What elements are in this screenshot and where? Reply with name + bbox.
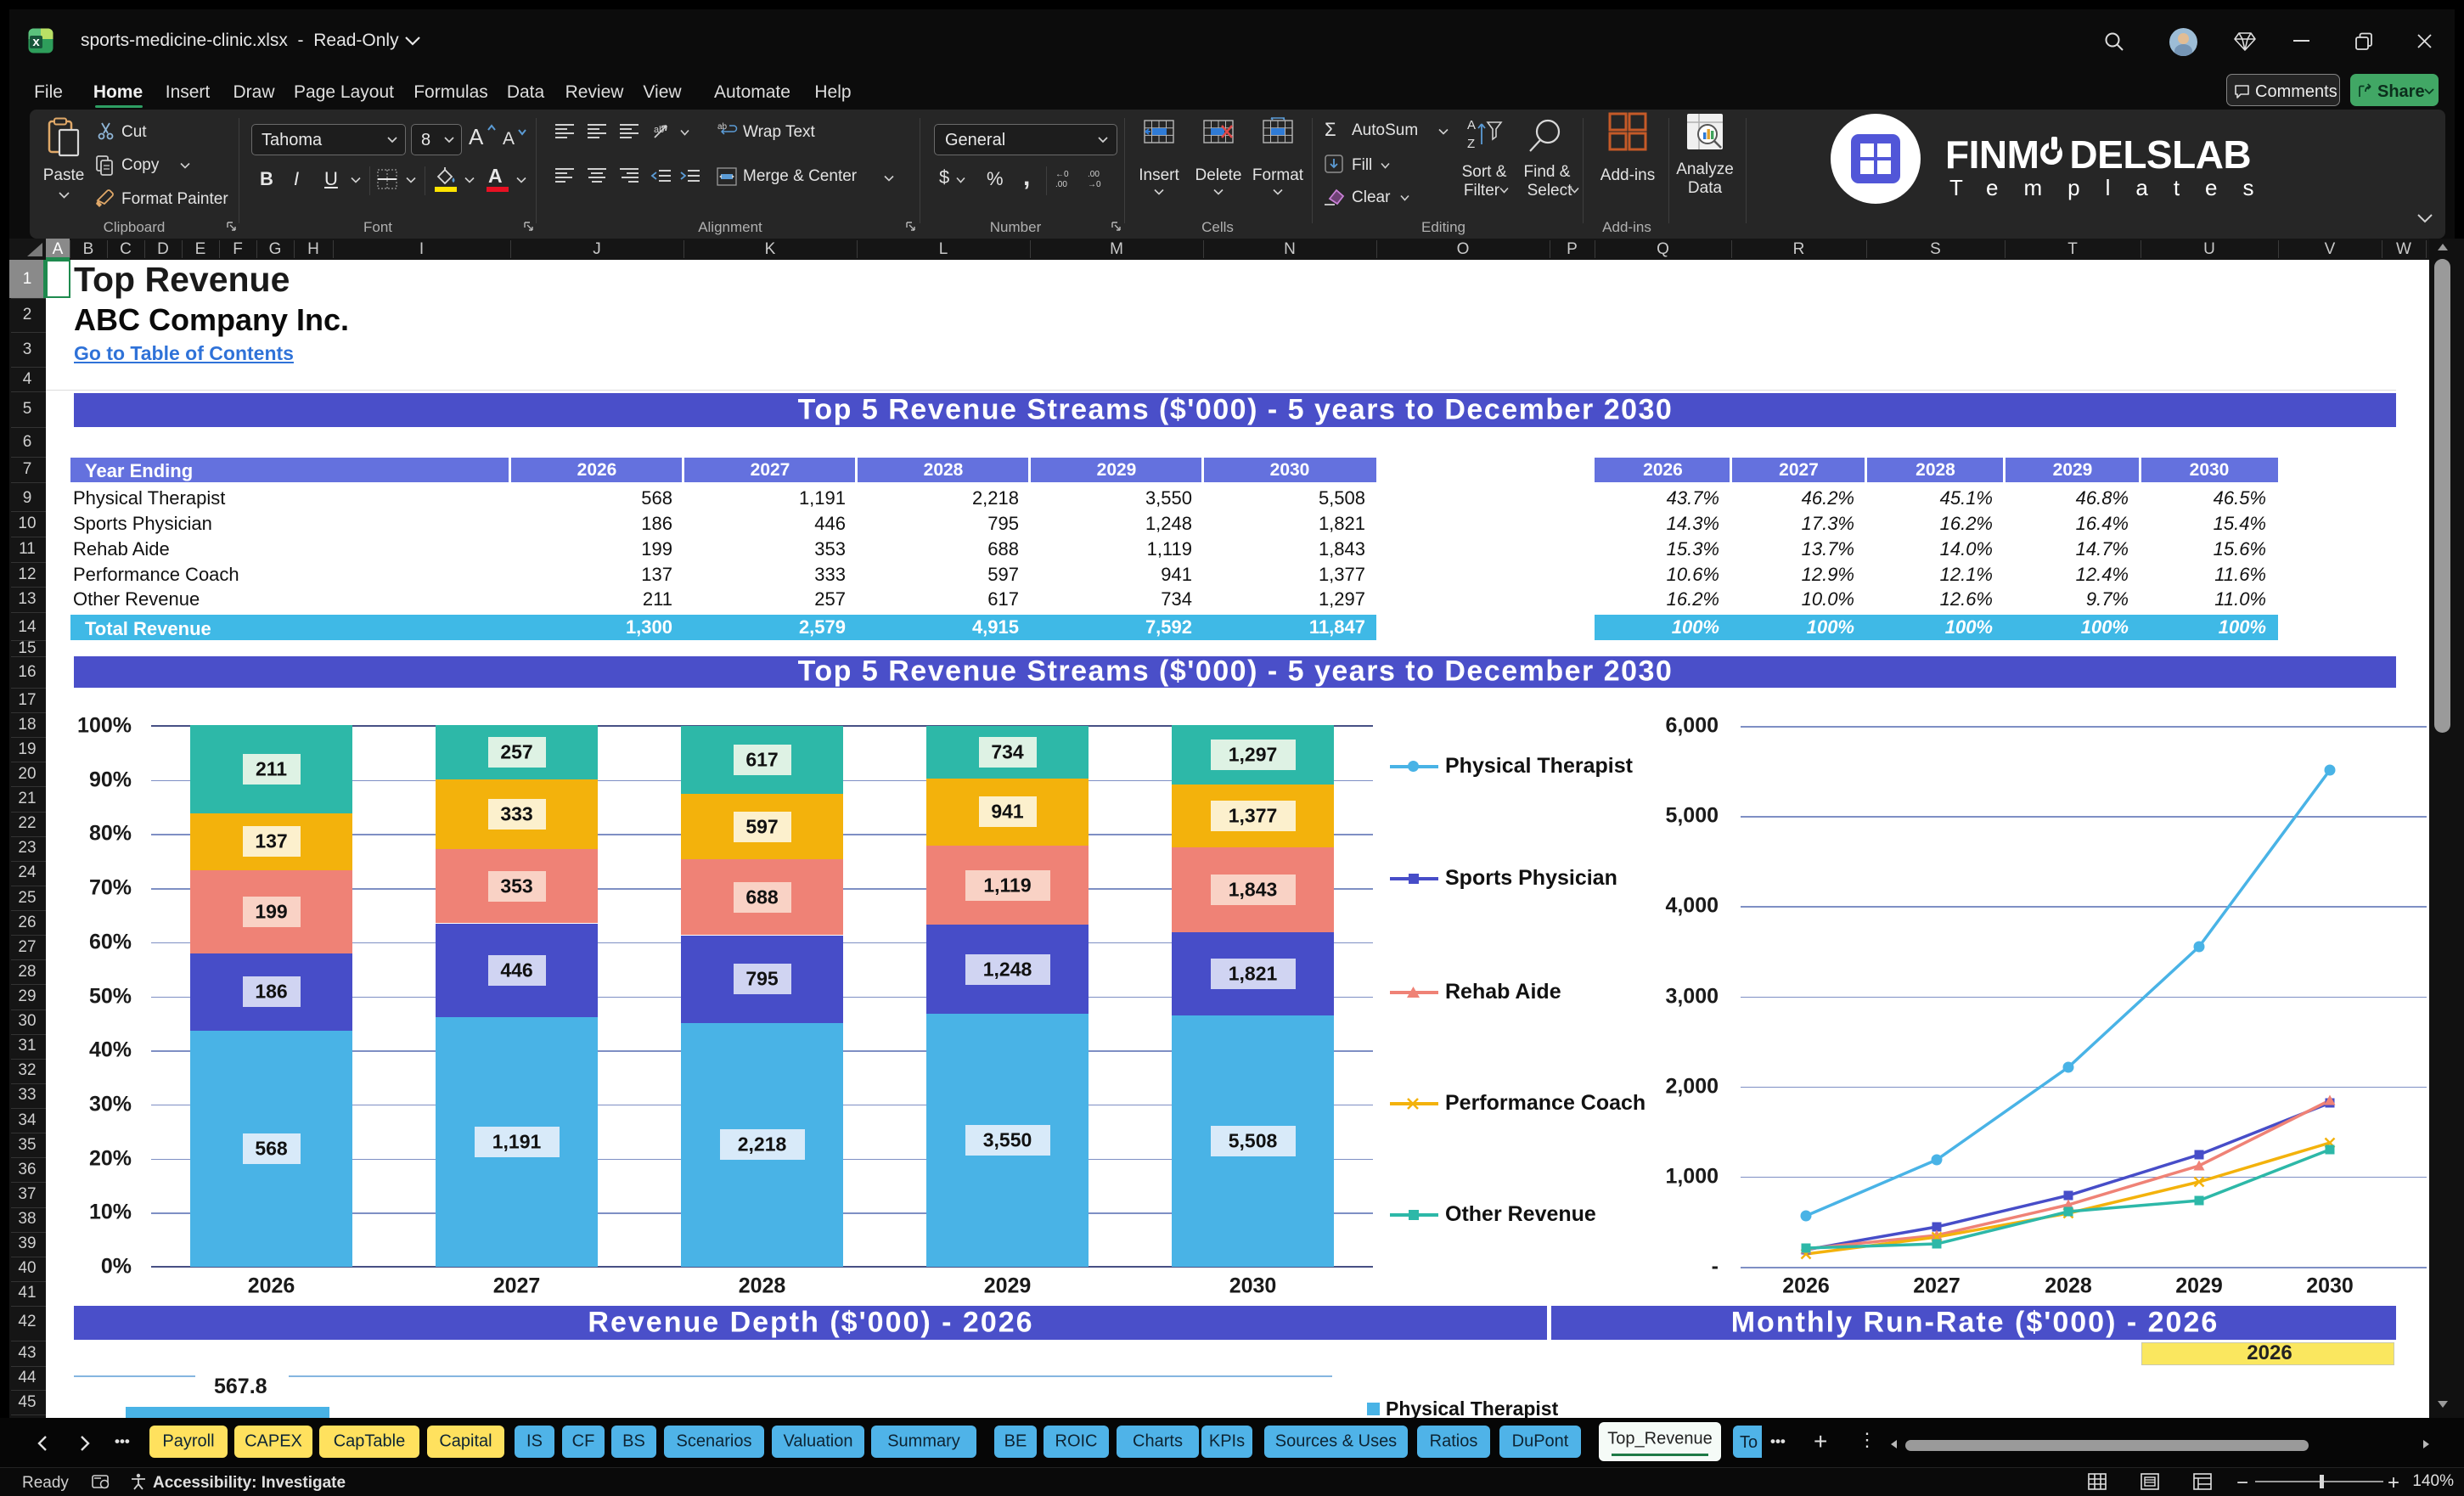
svg-text:x: x: [32, 35, 40, 49]
svg-text:A: A: [1467, 118, 1476, 132]
svg-text:Z: Z: [1467, 137, 1475, 151]
svg-text:ab: ab: [654, 125, 664, 135]
